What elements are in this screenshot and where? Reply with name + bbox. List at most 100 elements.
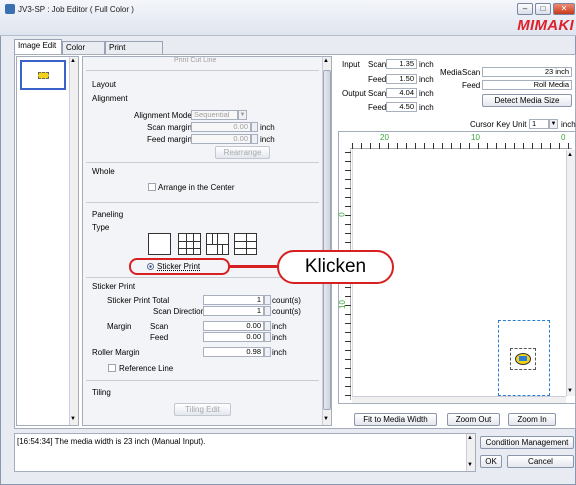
log-scroll-up-icon[interactable]: ▲ <box>467 435 473 441</box>
feed-margin-label: Feed margin <box>147 135 192 144</box>
feed-margin-input[interactable]: 0.00 <box>191 134 251 144</box>
tab-color-edit[interactable]: Color Edit <box>62 41 105 64</box>
roller-margin-unit: inch <box>272 348 287 357</box>
scroll-up-icon[interactable]: ▲ <box>70 58 76 64</box>
output-scan-label: Scan <box>368 89 387 98</box>
roller-margin-label: Roller Margin <box>92 348 140 357</box>
separator <box>86 70 319 71</box>
zoom-out-button[interactable]: Zoom Out <box>447 413 500 426</box>
media-feed-value: Roll Media <box>482 80 572 90</box>
preview-scroll-down-icon[interactable]: ▼ <box>567 388 573 394</box>
sticker-print-total-label: Sticker Print Total <box>107 296 170 305</box>
condition-management-button[interactable]: Condition Management <box>480 436 574 449</box>
scan-margin-unit: inch <box>260 123 275 132</box>
output-feed-label: Feed <box>368 103 387 112</box>
roller-margin-input[interactable]: 0.98 <box>203 347 264 357</box>
sticker-print-total-stepper[interactable] <box>264 295 271 305</box>
input-scan-unit: inch <box>419 60 434 69</box>
settings-scroll-thumb[interactable] <box>323 70 331 410</box>
margin-scan-input[interactable]: 0.00 <box>203 321 264 331</box>
sticker-print-total-unit: count(s) <box>272 296 301 305</box>
tab-image-edit[interactable]: Image Edit <box>14 39 62 54</box>
margin-label: Margin <box>107 322 132 331</box>
settings-scroll-up-icon[interactable]: ▲ <box>323 58 329 64</box>
log-scroll-down-icon[interactable]: ▼ <box>467 462 473 468</box>
print-cut-line-label: Print Cut Line <box>174 57 217 64</box>
paneling-type-rows-icon[interactable] <box>234 233 257 255</box>
margin-scan-unit: inch <box>272 322 287 331</box>
chevron-down-icon[interactable]: ▼ <box>238 110 247 120</box>
rearrange-button[interactable]: Rearrange <box>215 146 270 159</box>
margin-scan-stepper[interactable] <box>264 321 271 331</box>
window-title: JV3-SP : Job Editor ( Full Color ) <box>18 5 134 14</box>
roller-margin-stepper[interactable] <box>264 347 271 357</box>
scroll-down-icon[interactable]: ▼ <box>70 416 76 422</box>
arrange-center-checkbox[interactable] <box>148 183 156 191</box>
separator <box>86 380 319 381</box>
cursor-key-unit-select[interactable]: 1 <box>529 119 549 129</box>
ruler-top-label: 10 <box>471 133 480 142</box>
ruler-ticks-horizontal <box>352 143 570 149</box>
click-callout: Klicken <box>277 250 394 284</box>
tab-print-condition[interactable]: Print Condition <box>105 41 163 64</box>
margin-feed-unit: inch <box>272 333 287 342</box>
paneling-heading: Paneling <box>92 210 124 219</box>
ruler-left-label: 0 <box>337 212 347 217</box>
feed-margin-unit: inch <box>260 135 275 144</box>
callout-connector <box>229 265 278 268</box>
margin-feed-input[interactable]: 0.00 <box>203 332 264 342</box>
input-feed-label: Feed <box>368 75 387 84</box>
scan-margin-label: Scan margin <box>147 123 192 132</box>
sticker-image[interactable] <box>510 348 536 370</box>
input-feed-unit: inch <box>419 75 434 84</box>
scan-direction-stepper[interactable] <box>264 306 271 316</box>
alignment-heading: Alignment <box>92 94 128 103</box>
chevron-down-icon[interactable]: ▼ <box>549 119 558 129</box>
maximize-icon[interactable]: □ <box>535 3 551 15</box>
scan-direction-label: Scan Direction <box>153 307 206 316</box>
fit-to-media-width-button[interactable]: Fit to Media Width <box>354 413 437 426</box>
preview-horizontal-scrollbar[interactable] <box>352 396 566 403</box>
cancel-button[interactable]: Cancel <box>507 455 574 468</box>
minimize-icon[interactable]: – <box>517 3 533 15</box>
output-feed-unit: inch <box>419 103 434 112</box>
scan-direction-input[interactable]: 1 <box>203 306 264 316</box>
scan-direction-unit: count(s) <box>272 307 301 316</box>
scan-margin-stepper[interactable] <box>251 122 258 132</box>
input-label: Input <box>342 60 360 69</box>
preview-scroll-up-icon[interactable]: ▲ <box>567 152 573 158</box>
ok-button[interactable]: OK <box>480 455 502 468</box>
media-feed-label: Feed <box>462 81 481 90</box>
close-icon[interactable]: ✕ <box>553 3 575 15</box>
alignment-mode-select[interactable]: Sequential <box>191 110 238 120</box>
scan-margin-input[interactable]: 0.00 <box>191 122 251 132</box>
paneling-type-offset-icon[interactable] <box>206 233 229 255</box>
thumbnail-sticker-icon <box>38 72 49 79</box>
sticker-graphic-icon <box>519 356 527 361</box>
paneling-type-grid-icon[interactable] <box>178 233 201 255</box>
preview-vertical-scrollbar[interactable] <box>566 150 575 396</box>
ruler-top-label: 0 <box>561 133 566 142</box>
output-label: Output <box>342 89 367 98</box>
margin-feed-stepper[interactable] <box>264 332 271 342</box>
separator <box>86 162 319 163</box>
thumbnail-scrollbar[interactable] <box>69 57 78 425</box>
detect-media-size-button[interactable]: Detect Media Size <box>482 94 572 107</box>
layout-heading: Layout <box>92 80 117 89</box>
media-label: Media <box>440 68 462 77</box>
sticker-print-total-input[interactable]: 1 <box>203 295 264 305</box>
media-scan-label: Scan <box>462 68 481 77</box>
media-scan-value: 23 inch <box>482 67 572 77</box>
reference-line-checkbox[interactable] <box>108 364 116 372</box>
ruler-left-label: 10 <box>337 300 347 309</box>
cursor-key-unit-label: Cursor Key Unit <box>470 120 527 129</box>
zoom-in-button[interactable]: Zoom In <box>508 413 556 426</box>
margin-scan-label: Scan <box>150 322 169 331</box>
paneling-type-single-icon[interactable] <box>148 233 171 255</box>
thumbnail-item[interactable] <box>20 60 66 90</box>
output-feed-value: 4.50 <box>386 102 417 112</box>
tiling-edit-button[interactable]: Tiling Edit <box>174 403 231 416</box>
reference-line-label: Reference Line <box>119 364 174 373</box>
feed-margin-stepper[interactable] <box>251 134 258 144</box>
settings-scroll-down-icon[interactable]: ▼ <box>323 416 329 422</box>
